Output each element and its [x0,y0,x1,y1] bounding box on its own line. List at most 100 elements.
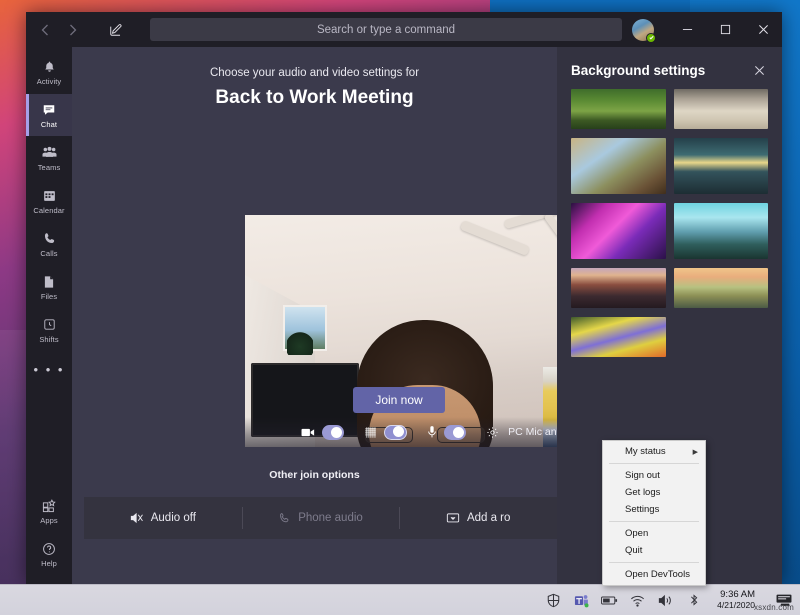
context-menu-item-label: Settings [625,504,659,515]
meeting-title: Back to Work Meeting [72,87,557,109]
nav-arrows [32,17,86,43]
shifts-clock-icon [43,316,56,333]
calendar-icon [43,187,56,204]
background-thumbnail-autumn-street[interactable] [571,268,666,308]
join-option-phone-audio[interactable]: Phone audio [242,497,400,539]
tray-context-menu: My status ▶ Sign out Get logs Settings Open Qu… [602,440,706,586]
microphone-icon[interactable] [427,425,437,439]
context-menu-item-open-devtools[interactable]: Open DevTools [603,566,705,583]
titlebar-right [632,12,782,47]
background-thumbnail-grid [557,89,782,357]
context-menu-item-my-status[interactable]: My status ▶ [603,443,705,460]
search-input[interactable]: Search or type a command [150,18,622,41]
clock-date: 4/21/2020 [717,601,755,611]
teams-tray-icon[interactable] [573,592,590,609]
video-camera-icon[interactable] [301,427,315,438]
app-rail: Activity Chat [26,47,72,584]
other-join-options-label: Other join options [72,469,557,481]
background-thumbnail-autumn-valley[interactable] [674,268,769,308]
minimize-button[interactable] [668,12,706,47]
background-thumbnail-forest-meadow[interactable] [571,89,666,129]
context-menu-item-label: Open [625,528,648,539]
submenu-arrow-icon: ▶ [693,448,698,456]
sidebar-item-label: Help [41,559,57,568]
toggle-knob [453,427,464,438]
context-menu-item-label: Open DevTools [625,569,690,580]
wifi-icon[interactable] [629,592,646,609]
background-thumbnail-cliffside-sunrise[interactable] [674,203,769,259]
context-menu-item-label: Get logs [625,487,660,498]
context-menu-item-label: Sign out [625,470,660,481]
sidebar-item-files[interactable]: Files [26,266,72,308]
mic-toggle[interactable] [444,425,466,440]
prejoin-subtitle: Choose your audio and video settings for [72,67,557,79]
forward-button[interactable] [60,17,86,43]
background-effects-icon[interactable] [364,426,377,439]
toggle-knob [393,426,404,437]
sidebar-item-activity[interactable]: Activity [26,51,72,93]
windows-security-icon[interactable] [545,592,562,609]
background-thumbnail-stone-archway-village[interactable] [571,138,666,194]
compose-message-icon[interactable] [102,17,130,43]
context-menu-item-open[interactable]: Open [603,525,705,542]
context-menu-item-get-logs[interactable]: Get logs [603,484,705,501]
join-option-label: Audio off [151,512,196,524]
sidebar-item-teams[interactable]: Teams [26,137,72,179]
context-menu-item-label: My status [625,446,666,457]
sidebar-item-chat[interactable]: Chat [26,94,72,136]
bell-icon [43,58,56,75]
phone-icon [278,512,291,525]
phone-icon [43,230,56,247]
audio-device-label: PC Mic and Speake [508,426,557,438]
close-icon[interactable] [750,61,768,79]
files-icon [43,273,55,290]
context-menu-item-quit[interactable]: Quit [603,542,705,559]
context-menu-item-settings[interactable]: Settings [603,501,705,518]
gear-icon[interactable] [486,426,499,439]
join-option-audio-off[interactable]: Audio off [84,497,242,539]
context-menu-item-sign-out[interactable]: Sign out [603,467,705,484]
background-settings-header: Background settings [557,47,782,89]
clock-time: 9:36 AM [717,590,755,601]
watermark-text: xsxdn.com [754,603,794,612]
background-thumbnail-alien-moonrise[interactable] [674,138,769,194]
back-button[interactable] [32,17,58,43]
join-option-add-a-room[interactable]: Add a ro [399,497,557,539]
taskbar-clock[interactable]: 9:36 AM 4/21/2020 [717,590,755,611]
camera-toggle[interactable] [322,425,344,440]
help-question-icon [42,540,56,557]
camera-controls-bar: PC Mic and Speake [245,417,557,447]
sidebar-more-apps-button[interactable]: • • • [26,352,72,386]
volume-icon[interactable] [657,592,674,609]
context-menu-separator [609,521,699,522]
titlebar: Search or type a command [26,12,782,47]
maximize-button[interactable] [706,12,744,47]
sidebar-item-label: Teams [38,163,61,172]
close-button[interactable] [744,12,782,47]
rail-bottom-group: Apps Help [26,490,72,584]
background-filter-toggle[interactable] [384,425,407,440]
join-option-label: Phone audio [298,512,363,524]
background-thumbnail-flower-path[interactable] [571,317,666,357]
prejoin-stage: Choose your audio and video settings for… [72,47,557,584]
apps-grid-icon [42,497,56,514]
sidebar-item-label: Apps [40,516,58,525]
sidebar-item-shifts[interactable]: Shifts [26,309,72,351]
background-thumbnail-desert-ruins[interactable] [674,89,769,129]
plant [287,327,313,355]
other-join-options-header: Other join options [72,469,557,481]
bluetooth-icon[interactable] [685,592,702,609]
sidebar-item-apps[interactable]: Apps [26,490,72,532]
sidebar-item-help[interactable]: Help [26,533,72,575]
avatar[interactable] [632,19,654,41]
sidebar-item-calendar[interactable]: Calendar [26,180,72,222]
join-options-bar: Audio off Phone audio [84,497,557,539]
chat-bubble-icon [42,101,56,118]
sidebar-item-label: Activity [37,77,62,86]
join-now-button[interactable]: Join now [353,387,445,413]
battery-icon[interactable] [601,592,618,609]
sidebar-item-calls[interactable]: Calls [26,223,72,265]
speaker-muted-icon [130,512,144,524]
taskbar: 9:36 AM 4/21/2020 xsxdn.com [0,584,800,615]
background-thumbnail-pink-nebula[interactable] [571,203,666,259]
